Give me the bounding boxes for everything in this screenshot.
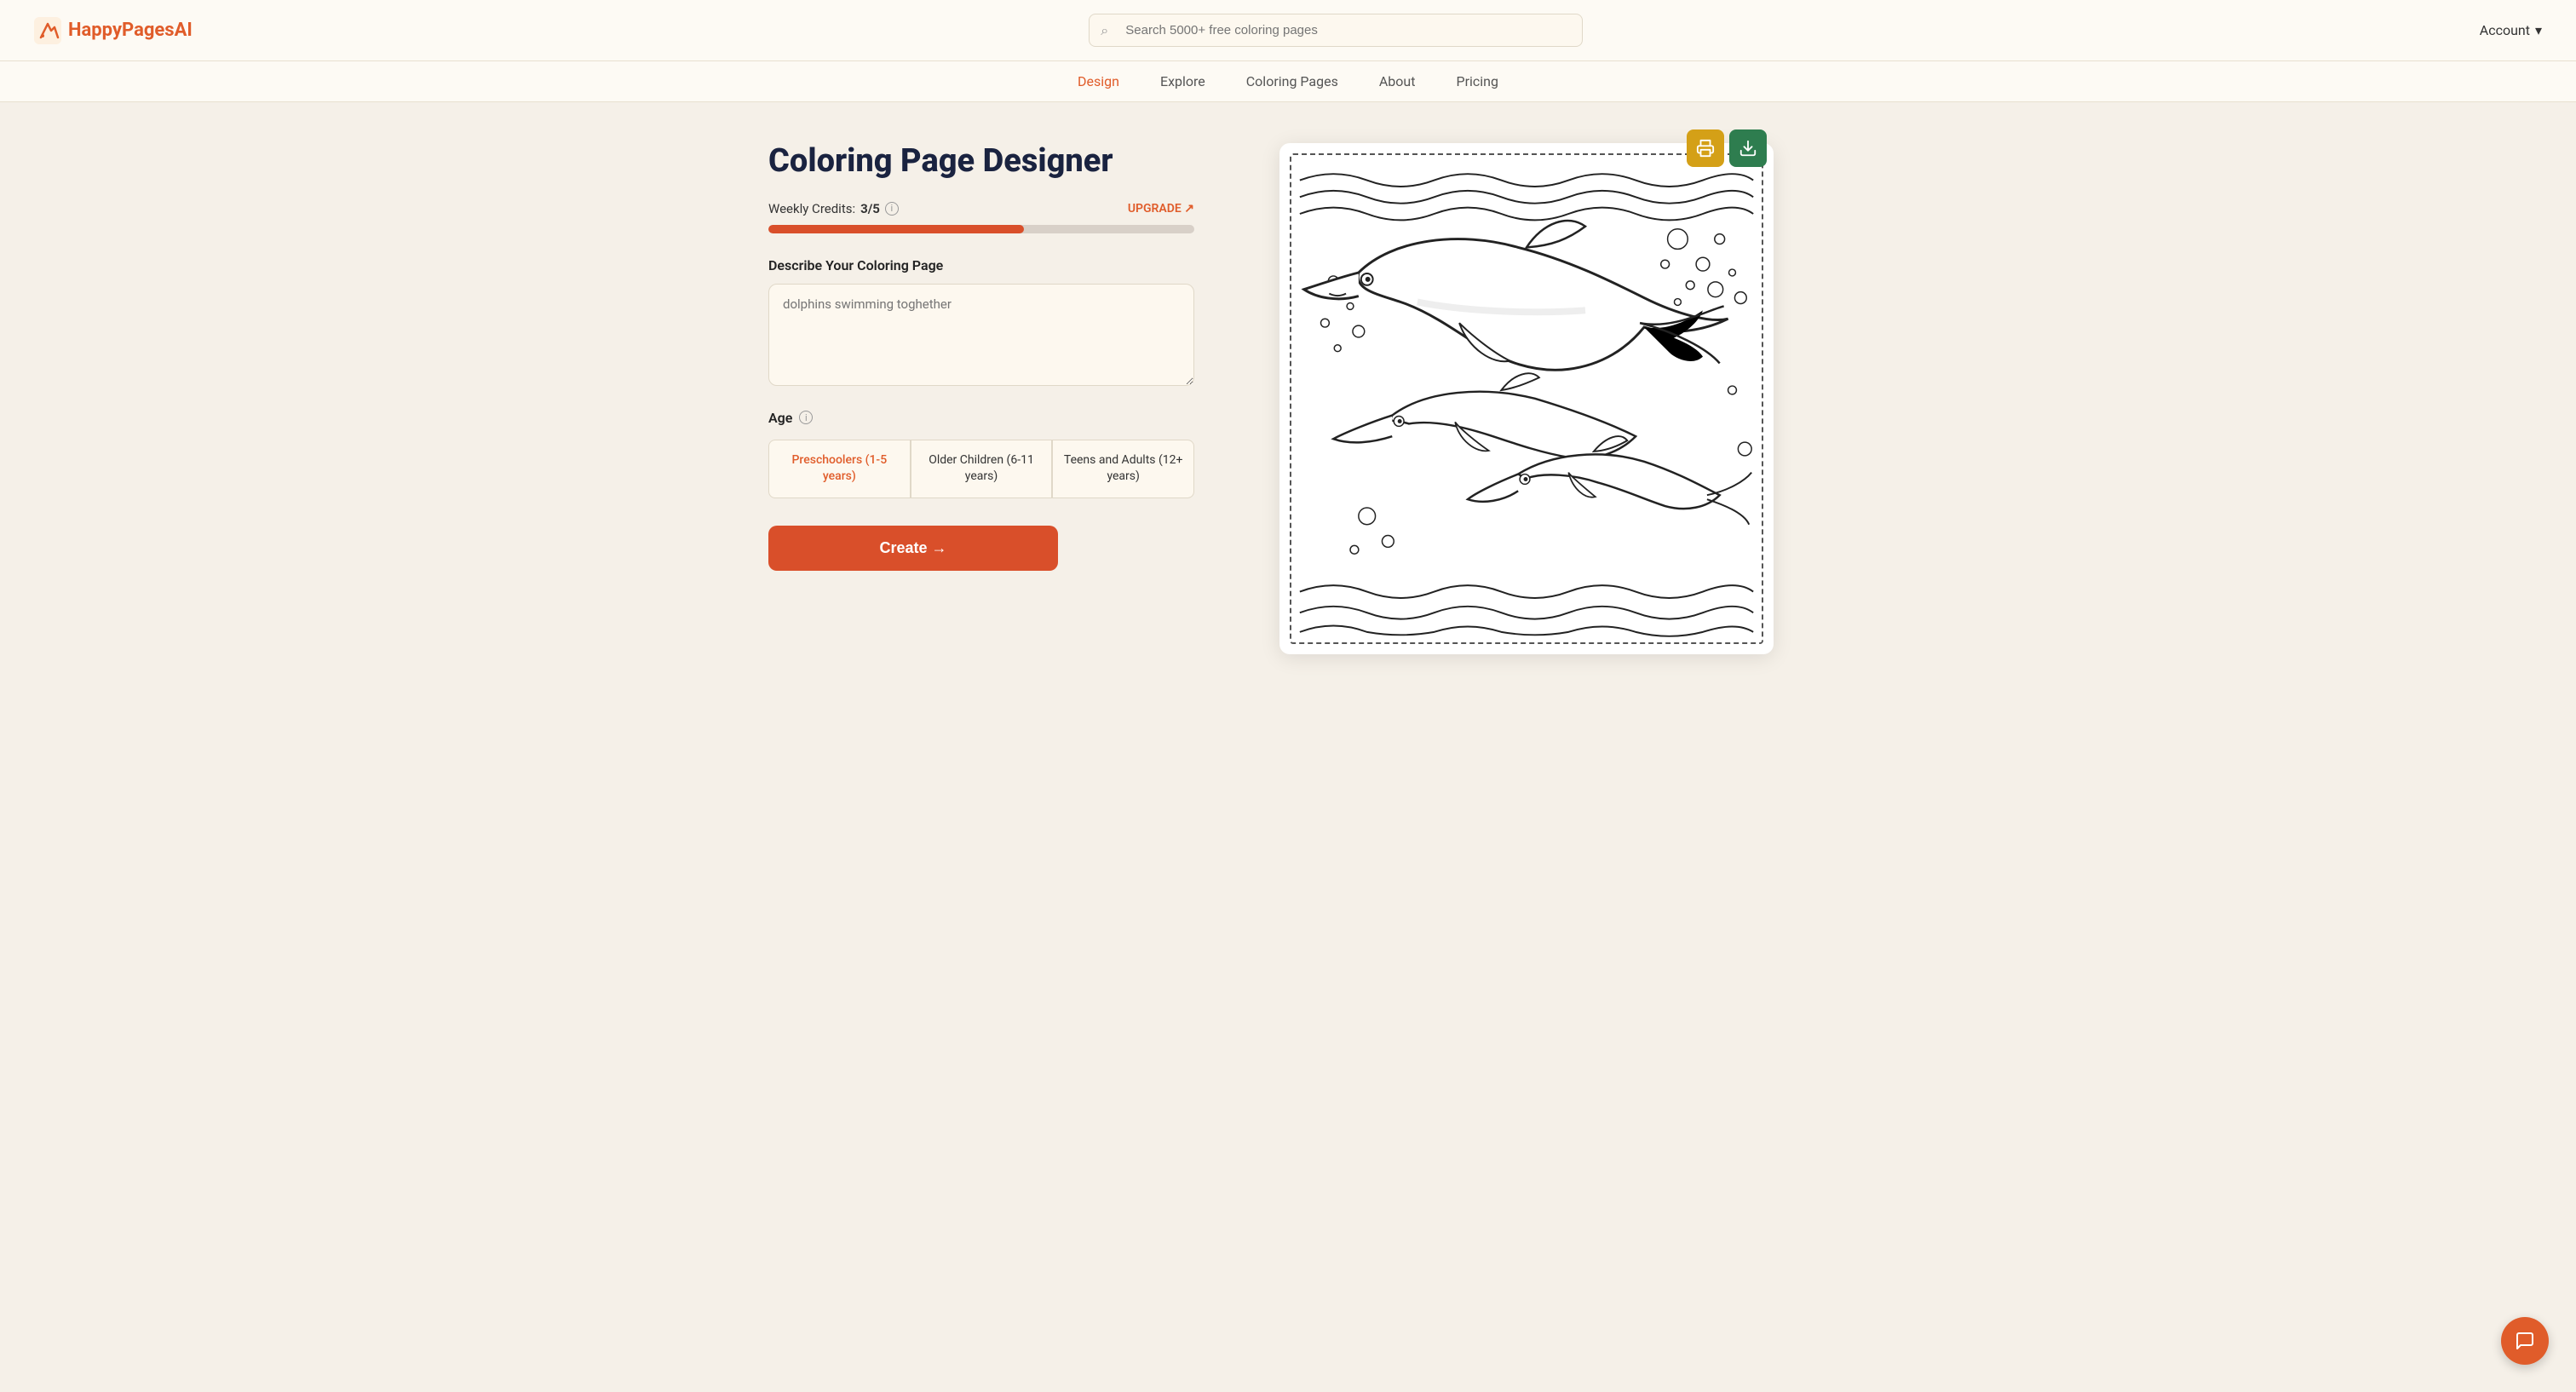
- logo-icon: [34, 17, 61, 44]
- search-bar: ⌕: [1089, 14, 1583, 47]
- nav: Design Explore Coloring Pages About Pric…: [0, 61, 2576, 102]
- page-title: Coloring Page Designer: [768, 143, 1194, 181]
- search-input[interactable]: [1089, 14, 1583, 47]
- account-label: Account: [2480, 22, 2530, 38]
- chat-button[interactable]: [2501, 1317, 2549, 1365]
- coloring-image: [1290, 153, 1763, 644]
- describe-label: Describe Your Coloring Page: [768, 257, 1194, 273]
- image-container: [1279, 143, 1774, 654]
- age-row: Age i: [768, 410, 1194, 426]
- credits-progress-fill: [768, 225, 1024, 233]
- age-option-preschoolers[interactable]: Preschoolers (1-5 years): [768, 440, 911, 498]
- print-button[interactable]: [1687, 129, 1724, 167]
- main-content: Coloring Page Designer Weekly Credits: 3…: [734, 102, 1842, 695]
- describe-textarea[interactable]: [768, 284, 1194, 386]
- credits-row: Weekly Credits: 3/5 i UPGRADE ↗: [768, 201, 1194, 216]
- print-icon: [1696, 139, 1715, 158]
- credits-info-icon[interactable]: i: [885, 202, 899, 216]
- right-panel: [1245, 143, 1808, 654]
- image-actions: [1687, 129, 1767, 167]
- credits-label: Weekly Credits: 3/5 i: [768, 201, 899, 216]
- nav-item-pricing[interactable]: Pricing: [1456, 73, 1498, 89]
- download-icon: [1739, 139, 1757, 158]
- upgrade-link[interactable]: UPGRADE ↗: [1128, 202, 1194, 216]
- nav-item-design[interactable]: Design: [1078, 73, 1119, 89]
- age-info-icon[interactable]: i: [799, 411, 813, 424]
- left-panel: Coloring Page Designer Weekly Credits: 3…: [768, 143, 1194, 571]
- create-button[interactable]: Create →: [768, 526, 1058, 571]
- age-label: Age: [768, 410, 792, 426]
- search-icon: ⌕: [1101, 22, 1108, 39]
- chevron-down-icon: ▾: [2535, 22, 2542, 38]
- nav-item-coloring-pages[interactable]: Coloring Pages: [1246, 73, 1338, 89]
- age-option-older-children[interactable]: Older Children (6-11 years): [911, 440, 1053, 498]
- nav-item-explore[interactable]: Explore: [1160, 73, 1205, 89]
- download-button[interactable]: [1729, 129, 1767, 167]
- chat-icon: [2515, 1331, 2535, 1351]
- header: HappyPagesAI ⌕ Account ▾: [0, 0, 2576, 61]
- logo[interactable]: HappyPagesAI: [34, 17, 193, 44]
- nav-item-about[interactable]: About: [1379, 73, 1416, 89]
- credits-progress-bar: [768, 225, 1194, 233]
- logo-text: HappyPagesAI: [68, 20, 193, 41]
- age-options: Preschoolers (1-5 years) Older Children …: [768, 440, 1194, 498]
- age-option-teens-adults[interactable]: Teens and Adults (12+ years): [1052, 440, 1194, 498]
- account-menu[interactable]: Account ▾: [2480, 22, 2542, 38]
